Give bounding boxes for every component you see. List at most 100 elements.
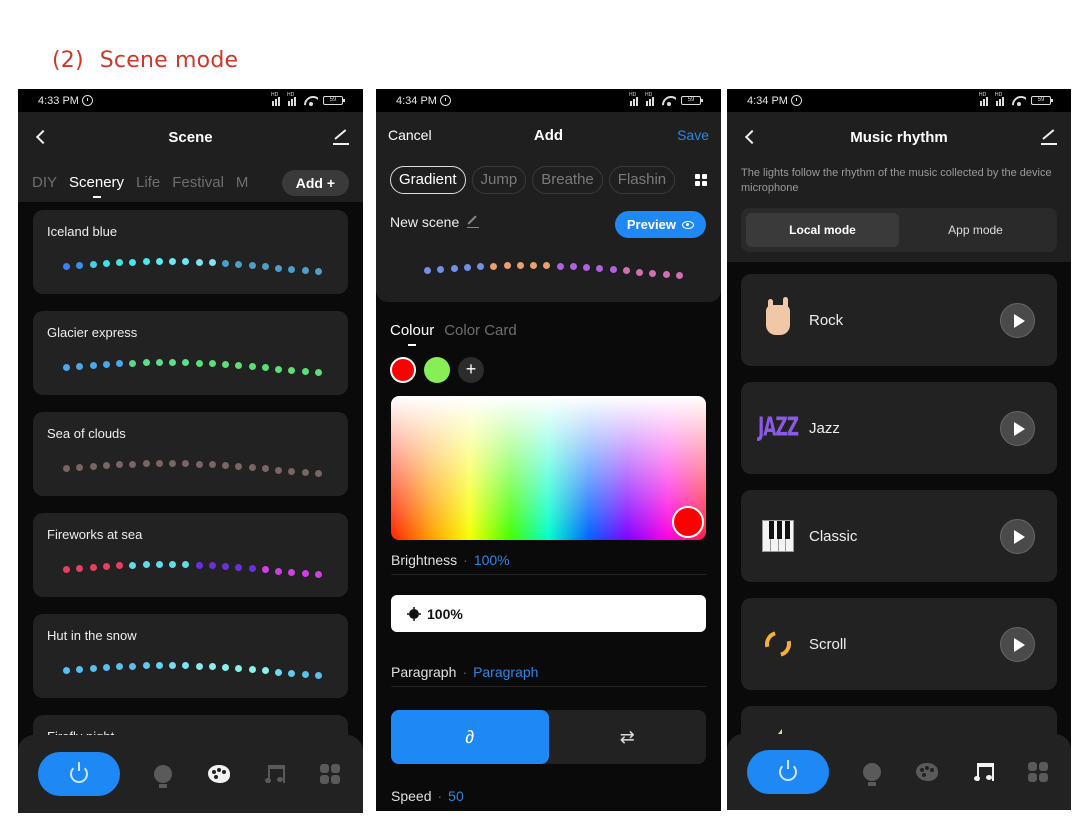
scene-card[interactable]: Iceland blue [33, 210, 348, 294]
music-item-jazz[interactable]: JAZZ Jazz [741, 382, 1057, 474]
play-button[interactable] [1000, 519, 1035, 554]
music-item-name: Scroll [809, 635, 847, 653]
color-dot [450, 264, 458, 272]
color-dot [622, 267, 630, 275]
battery-icon: 59 [681, 96, 703, 105]
wifi-icon [662, 96, 676, 106]
color-dot [609, 266, 617, 274]
color-picker[interactable] [391, 396, 706, 540]
color-dot [142, 561, 150, 569]
color-dot [102, 259, 110, 267]
color-dot [89, 260, 97, 268]
color-swatch-red[interactable] [390, 357, 416, 383]
music-item-scroll[interactable]: Scroll [741, 598, 1057, 690]
mode-jump[interactable]: Jump [471, 166, 527, 194]
wifi-icon [1012, 96, 1026, 106]
play-icon [1013, 313, 1025, 328]
color-dot [182, 258, 190, 266]
local-mode-tab[interactable]: Local mode [746, 213, 899, 247]
color-dot [261, 566, 269, 574]
nav-more[interactable] [317, 761, 343, 787]
scene-card[interactable]: Fireworks at sea [33, 513, 348, 597]
tab-diy[interactable]: DIY [32, 174, 57, 191]
color-dot [556, 262, 564, 270]
preview-button[interactable]: Preview [614, 211, 706, 238]
color-dot [76, 564, 84, 572]
scene-card[interactable]: Sea of clouds [33, 412, 348, 496]
color-dot [530, 262, 538, 270]
play-button[interactable] [1000, 303, 1035, 338]
single-segment-option[interactable]: ∂ [391, 710, 549, 764]
tab-color-card[interactable]: Color Card [444, 322, 517, 339]
nav-scene[interactable] [206, 761, 232, 787]
brightness-slider[interactable]: 100% [391, 595, 706, 632]
color-picker-handle[interactable] [672, 506, 704, 538]
power-button[interactable] [747, 750, 829, 794]
color-dot [129, 662, 137, 670]
color-dot [76, 665, 84, 673]
color-dot [169, 460, 177, 468]
color-dot [169, 258, 177, 266]
color-dot [102, 663, 110, 671]
tab-more[interactable]: M [236, 174, 249, 191]
color-swatch-green[interactable] [424, 357, 450, 383]
tab-life[interactable]: Life [136, 174, 160, 191]
add-color-button[interactable]: + [458, 357, 484, 383]
grid-icon[interactable] [695, 174, 707, 186]
nav-light[interactable] [859, 759, 885, 786]
sun-icon [409, 608, 419, 619]
mode-switch-container: Local mode App mode [727, 208, 1071, 262]
tab-scenery[interactable]: Scenery [69, 174, 124, 198]
color-dot [102, 360, 110, 368]
nav-music[interactable] [970, 759, 996, 785]
nav-scene[interactable] [914, 759, 940, 785]
color-dot [155, 359, 163, 366]
music-item-rock[interactable]: Rock [741, 274, 1057, 366]
color-dot [261, 263, 269, 271]
app-bar: Cancel Add Save [376, 112, 721, 158]
color-dot [63, 565, 70, 573]
color-dot [63, 464, 70, 472]
music-item-classic[interactable]: Classic [741, 490, 1057, 582]
tab-colour[interactable]: Colour [390, 322, 434, 346]
nav-light[interactable] [150, 761, 176, 788]
back-icon[interactable] [35, 129, 51, 145]
add-scene-button[interactable]: Add + [281, 170, 349, 196]
app-mode-tab[interactable]: App mode [899, 213, 1052, 247]
rename-pencil-icon[interactable] [467, 216, 480, 228]
edit-icon[interactable] [333, 129, 349, 145]
speed-value: 50 [448, 788, 464, 804]
multi-segment-option[interactable]: ⇄ [549, 710, 707, 764]
color-dot [261, 465, 269, 473]
divider [391, 686, 706, 687]
tab-festival[interactable]: Festival [172, 174, 224, 191]
speed-label: Speed [391, 788, 432, 804]
edit-icon[interactable] [1041, 129, 1057, 145]
nav-more[interactable] [1025, 759, 1051, 785]
color-dot [76, 261, 84, 269]
save-button[interactable]: Save [677, 127, 709, 143]
nav-music[interactable] [261, 761, 287, 787]
scene-card[interactable]: Glacier express [33, 311, 348, 395]
play-button[interactable] [1000, 627, 1035, 662]
color-dot [63, 666, 70, 674]
color-dot [424, 266, 431, 274]
preview-label: Preview [626, 217, 676, 232]
color-dot [155, 460, 163, 467]
scene-card[interactable]: Hut in the snow [33, 614, 348, 698]
segment-mode-toggle: ∂ ⇄ [391, 710, 706, 764]
section-number: (2) [52, 48, 84, 73]
signal-icon: HD [979, 92, 991, 106]
mode-flashing[interactable]: Flashin [608, 166, 676, 194]
cancel-button[interactable]: Cancel [388, 127, 432, 143]
mode-gradient[interactable]: Gradient [390, 166, 466, 194]
color-dot [142, 662, 150, 670]
color-dot [636, 268, 644, 276]
play-button[interactable] [1000, 411, 1035, 446]
mode-breathe[interactable]: Breathe [532, 166, 603, 194]
scene-screen: 4:33 PM HD HD 59 Scene DIY Scenery Life … [18, 89, 363, 813]
color-dot [76, 463, 84, 471]
back-icon[interactable] [744, 129, 760, 145]
brightness-slider-value: 100% [427, 605, 463, 622]
power-button[interactable] [38, 752, 120, 796]
